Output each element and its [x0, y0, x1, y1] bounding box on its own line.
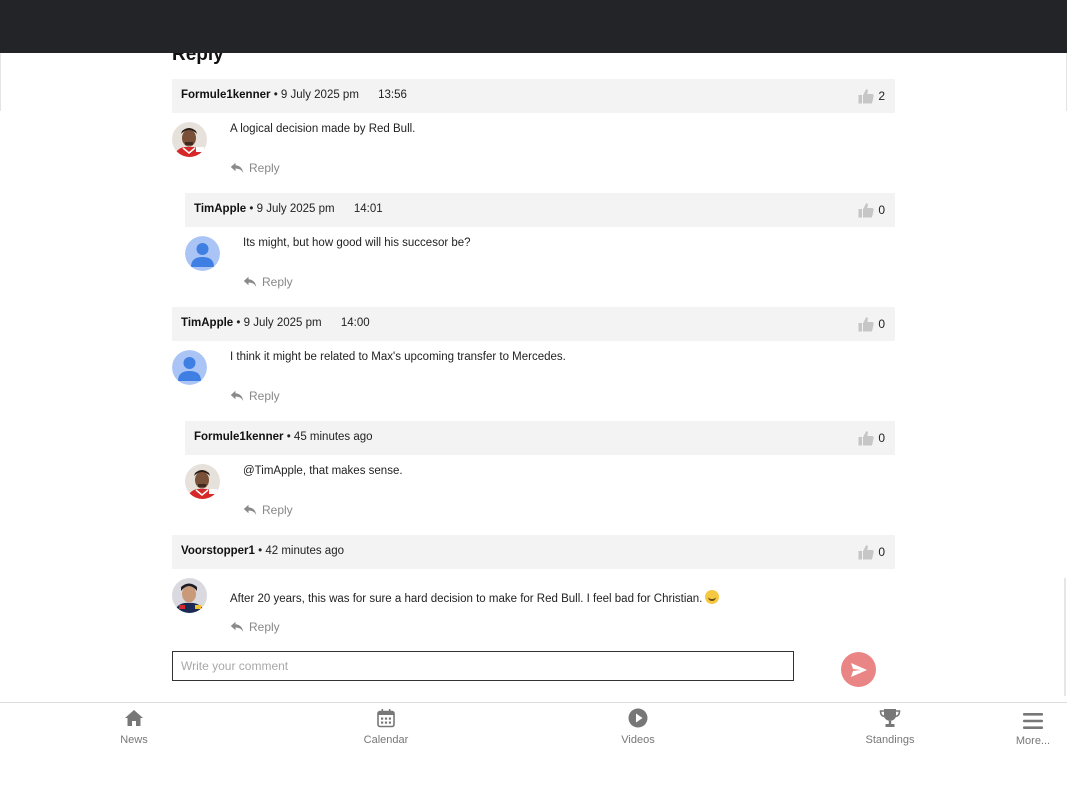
comment-text: After 20 years, this was for sure a hard…	[230, 590, 720, 605]
comment-header: Voorstopper1 • 42 minutes ago 0	[172, 535, 895, 569]
tab-label: Standings	[865, 734, 915, 746]
comment-time: 14:00	[340, 317, 370, 329]
comment-author[interactable]: TimApple	[194, 203, 246, 215]
tab-standings[interactable]: Standings	[850, 703, 930, 746]
comment-author[interactable]: Formule1kenner	[181, 89, 270, 101]
reply-label: Reply	[249, 620, 280, 634]
reply-arrow-icon	[230, 390, 244, 401]
comment-header: Formule1kenner • 9 July 2025 pm 13:56 2	[172, 79, 895, 113]
meta-separator: •	[258, 545, 263, 557]
reply-arrow-icon	[243, 276, 257, 287]
comment: Formule1kenner • 9 July 2025 pm 13:56 2 …	[172, 79, 895, 184]
comment-text: @TimApple, that makes sense.	[243, 465, 403, 477]
comment-header: TimApple • 9 July 2025 pm 14:00 0	[172, 307, 895, 341]
comment: Voorstopper1 • 42 minutes ago 0 After 20…	[172, 535, 895, 640]
like-count: 0	[878, 203, 885, 217]
tab-calendar[interactable]: Calendar	[346, 703, 426, 746]
like-count: 0	[878, 545, 885, 559]
comment-date: 9 July 2025 pm	[256, 203, 335, 215]
comment-author[interactable]: Formule1kenner	[194, 431, 283, 443]
divider	[0, 53, 1, 111]
reply-label: Reply	[249, 389, 280, 403]
comment-header: TimApple • 9 July 2025 pm 14:01 0	[185, 193, 895, 227]
tab-news[interactable]: News	[94, 703, 174, 746]
tab-label: More...	[1015, 735, 1051, 747]
comment-text: I think it might be related to Max's upc…	[230, 351, 566, 363]
send-button[interactable]	[841, 652, 876, 687]
comment-input[interactable]	[172, 651, 794, 681]
tab-label: Calendar	[363, 734, 409, 746]
bottom-tab-bar: News Calendar Videos Standings More...	[0, 702, 1067, 800]
comment-text: A logical decision made by Red Bull.	[230, 123, 416, 135]
tab-videos[interactable]: Videos	[598, 703, 678, 746]
thumbs-up-icon	[858, 545, 874, 560]
reply-button[interactable]: Reply	[230, 620, 280, 634]
comment-date: 9 July 2025 pm	[243, 317, 322, 329]
crying-laughing-emoji	[705, 590, 720, 604]
like-button[interactable]: 0	[858, 202, 885, 218]
menu-icon	[1023, 713, 1043, 729]
reply-arrow-icon	[230, 621, 244, 632]
thumbs-up-icon	[858, 203, 874, 218]
send-icon	[850, 662, 867, 677]
scrollbar[interactable]	[1064, 578, 1066, 696]
like-button[interactable]: 0	[858, 430, 885, 446]
top-app-bar	[0, 0, 1067, 53]
comment-date: 9 July 2025 pm	[280, 89, 359, 101]
comment: TimApple • 9 July 2025 pm 14:00 0 I thin…	[172, 307, 895, 412]
thumbs-up-icon	[858, 89, 874, 104]
comment-text-body: After 20 years, this was for sure a hard…	[230, 593, 703, 605]
comment-text: Its might, but how good will his succeso…	[243, 237, 471, 249]
default-user-avatar	[185, 236, 220, 271]
like-button[interactable]: 0	[858, 544, 885, 560]
reply-arrow-icon	[243, 504, 257, 515]
meta-separator: •	[236, 317, 241, 329]
tab-label: Videos	[621, 734, 655, 746]
comment-date: 45 minutes ago	[293, 431, 373, 443]
reply-button[interactable]: Reply	[230, 389, 280, 403]
default-user-avatar	[172, 350, 207, 385]
driver-avatar-dark	[172, 578, 207, 613]
meta-separator: •	[249, 203, 254, 215]
driver-avatar-red	[172, 122, 207, 157]
thumbs-up-icon	[858, 431, 874, 446]
thumbs-up-icon	[858, 317, 874, 332]
comment-date: 42 minutes ago	[265, 545, 344, 557]
comment-reply: TimApple • 9 July 2025 pm 14:01 0 Its mi…	[185, 193, 895, 298]
trophy-icon	[879, 709, 901, 727]
comment-author[interactable]: TimApple	[181, 317, 233, 329]
reply-label: Reply	[249, 161, 280, 175]
like-count: 0	[878, 317, 885, 331]
comment-reply: Formule1kenner • 45 minutes ago 0 @TimAp…	[185, 421, 895, 526]
like-count: 2	[878, 89, 885, 103]
play-icon	[628, 708, 648, 728]
driver-avatar-red	[185, 464, 220, 499]
comment-time: 14:01	[353, 203, 383, 215]
comment-time: 13:56	[378, 89, 407, 101]
comment-author[interactable]: Voorstopper1	[181, 545, 255, 557]
comment-header: Formule1kenner • 45 minutes ago 0	[185, 421, 895, 455]
like-count: 0	[878, 431, 885, 445]
reply-button[interactable]: Reply	[243, 275, 293, 289]
meta-separator: •	[286, 431, 291, 443]
reply-label: Reply	[262, 275, 293, 289]
reply-button[interactable]: Reply	[243, 503, 293, 517]
tab-more[interactable]: More...	[993, 703, 1067, 747]
home-icon	[125, 710, 143, 726]
calendar-icon	[377, 709, 395, 728]
like-button[interactable]: 0	[858, 316, 885, 332]
tab-label: News	[120, 734, 148, 746]
reply-arrow-icon	[230, 162, 244, 173]
meta-separator: •	[273, 89, 278, 101]
reply-button[interactable]: Reply	[230, 161, 280, 175]
like-button[interactable]: 2	[858, 88, 885, 104]
reply-label: Reply	[262, 503, 293, 517]
